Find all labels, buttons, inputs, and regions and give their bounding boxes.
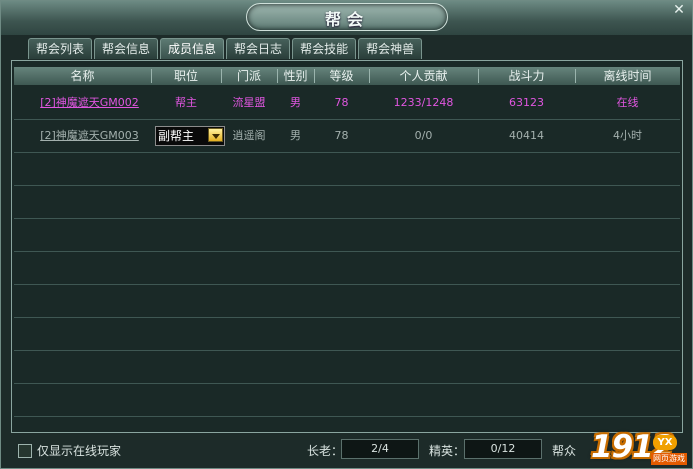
row-divider xyxy=(14,350,680,351)
table-header: 名称 职位 门派 性别 等级 个人贡献 战斗力 离线时间 xyxy=(14,67,680,85)
elders-label: 长老： xyxy=(307,444,344,458)
column-header-gender[interactable]: 性别 xyxy=(277,67,314,85)
tab-guild-beast[interactable]: 帮会神兽 xyxy=(358,38,423,59)
elders-count: 2/4 xyxy=(341,439,419,459)
watermark-subtitle: 网页游戏 xyxy=(651,453,687,465)
column-header-offline-time[interactable]: 离线时间 xyxy=(575,67,680,85)
rank-dropdown[interactable]: 副帮主 xyxy=(155,126,225,146)
rank-dropdown-value: 副帮主 xyxy=(158,129,195,143)
footer-bar: 仅显示在线玩家 长老： 2/4 精英： 0/12 帮众 xyxy=(1,438,692,468)
close-icon[interactable]: ✕ xyxy=(672,3,686,17)
member-power: 63123 xyxy=(509,96,544,109)
tab-guild-info[interactable]: 帮会信息 xyxy=(94,38,159,59)
member-level: 78 xyxy=(334,96,349,109)
member-name[interactable]: [2]神魔遮天GM003 xyxy=(14,127,165,145)
member-offline-time: 在线 xyxy=(616,96,639,109)
tab-member-info[interactable]: 成员信息 xyxy=(160,38,225,59)
member-contribution: 1233/1248 xyxy=(393,96,454,109)
site-watermark-logo: 1912 YX 网页游戏 xyxy=(591,429,691,469)
row-divider xyxy=(14,416,680,417)
title-bar[interactable]: 帮会 ✕ xyxy=(1,1,692,35)
title-plate: 帮会 xyxy=(246,3,448,31)
row-divider xyxy=(14,119,680,120)
online-only-checkbox[interactable] xyxy=(18,444,32,458)
column-header-rank[interactable]: 职位 xyxy=(151,67,221,85)
member-offline-time: 4小时 xyxy=(613,129,642,142)
row-divider xyxy=(14,383,680,384)
guild-window: 帮会 ✕ 帮会列表 帮会信息 成员信息 帮会日志 帮会技能 帮会神兽 名称 职位… xyxy=(0,0,693,469)
row-divider xyxy=(14,251,680,252)
online-only-label[interactable]: 仅显示在线玩家 xyxy=(37,442,121,459)
row-divider xyxy=(14,185,680,186)
column-header-level[interactable]: 等级 xyxy=(314,67,369,85)
members-label: 帮众 xyxy=(552,444,577,458)
watermark-badge: YX xyxy=(653,435,677,450)
column-header-sect[interactable]: 门派 xyxy=(221,67,277,85)
window-title: 帮会 xyxy=(324,10,369,29)
tab-guild-log[interactable]: 帮会日志 xyxy=(226,38,291,59)
member-level: 78 xyxy=(334,129,349,142)
member-power: 40414 xyxy=(509,129,544,142)
tab-guild-skills[interactable]: 帮会技能 xyxy=(292,38,357,59)
column-header-contribution[interactable]: 个人贡献 xyxy=(369,67,478,85)
row-divider xyxy=(14,152,680,153)
member-sect: 逍遥阁 xyxy=(232,129,266,142)
member-rank: 帮主 xyxy=(175,96,197,109)
member-gender: 男 xyxy=(290,96,301,109)
member-contribution: 0/0 xyxy=(414,129,433,142)
member-table-panel: 名称 职位 门派 性别 等级 个人贡献 战斗力 离线时间 [2]神魔遮天GM00… xyxy=(11,60,683,433)
column-header-power[interactable]: 战斗力 xyxy=(478,67,575,85)
member-gender: 男 xyxy=(290,129,301,142)
member-sect: 流星盟 xyxy=(232,96,266,109)
column-header-name[interactable]: 名称 xyxy=(14,67,151,85)
elite-label: 精英： xyxy=(429,444,466,458)
elite-count: 0/12 xyxy=(464,439,542,459)
row-divider xyxy=(14,218,680,219)
row-divider xyxy=(14,317,680,318)
chevron-down-icon[interactable] xyxy=(208,128,223,142)
tab-guild-list[interactable]: 帮会列表 xyxy=(28,38,93,59)
member-name[interactable]: [2]神魔遮天GM002 xyxy=(14,94,165,112)
row-divider xyxy=(14,284,680,285)
tab-bar: 帮会列表 帮会信息 成员信息 帮会日志 帮会技能 帮会神兽 xyxy=(28,38,424,60)
